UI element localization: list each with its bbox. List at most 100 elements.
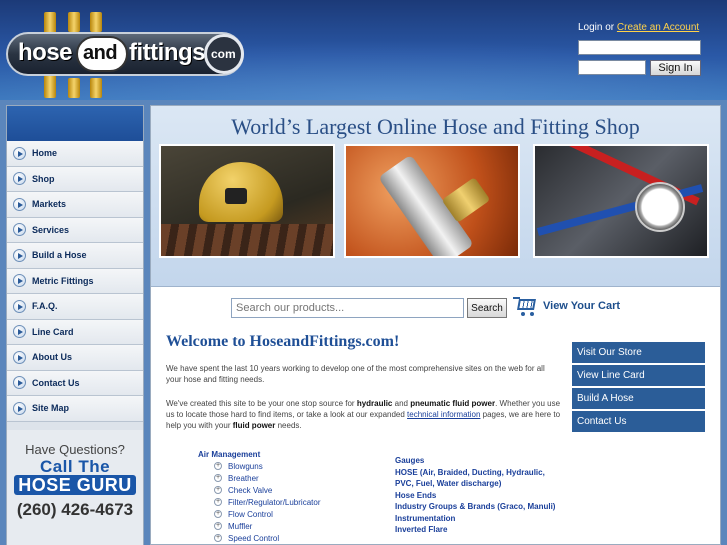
arrow-right-icon xyxy=(13,401,26,415)
category-item[interactable]: + Check Valve xyxy=(214,484,320,496)
logo-word-com: com xyxy=(211,47,236,61)
sidebar-item-markets[interactable]: Markets xyxy=(7,192,143,218)
arrow-right-icon xyxy=(13,172,26,186)
category-item[interactable]: + Speed Control xyxy=(214,532,320,544)
site-logo[interactable]: hose and fittings com xyxy=(6,12,246,98)
arrow-right-icon xyxy=(13,325,26,339)
sidebar-item-shop[interactable]: Shop xyxy=(7,166,143,192)
sidebar-item-label: Shop xyxy=(32,173,55,184)
gauge-hoses-photo xyxy=(533,144,709,258)
category-item-label: Blowguns xyxy=(228,461,263,471)
plus-icon: + xyxy=(214,534,222,542)
category-list-right: Gauges HOSE (Air, Braided, Ducting, Hydr… xyxy=(395,455,565,536)
sidebar-item-contact-us[interactable]: Contact Us xyxy=(7,370,143,396)
arrow-right-icon xyxy=(13,299,26,313)
guru-call-text: Call The xyxy=(39,457,111,476)
pipes-shape xyxy=(161,224,333,256)
arrow-right-icon xyxy=(13,223,26,237)
login-box: Login or Create an Account Sign In xyxy=(578,22,718,76)
sidebar-header xyxy=(7,106,143,141)
sidebar-item-build-a-hose[interactable]: Build a Hose xyxy=(7,243,143,269)
category-link-gauges[interactable]: Gauges xyxy=(395,455,565,467)
view-cart-label: View Your Cart xyxy=(543,300,621,312)
logo-word-fittings: fittings xyxy=(129,39,205,66)
sidebar-item-faq[interactable]: F.A.Q. xyxy=(7,294,143,320)
category-link-inverted-flare[interactable]: Inverted Flare xyxy=(395,524,565,536)
arrow-right-icon xyxy=(13,146,26,160)
shopping-cart-icon xyxy=(513,295,539,317)
hero-banner: World’s Largest Online Hose and Fitting … xyxy=(151,106,720,287)
para-text: and xyxy=(392,399,411,408)
plus-icon: + xyxy=(214,462,222,470)
sidebar-item-services[interactable]: Services xyxy=(7,217,143,243)
sidebar-item-label: Home xyxy=(32,148,58,159)
category-item[interactable]: + Flow Control xyxy=(214,508,320,520)
login-line: Login or Create an Account xyxy=(578,22,718,33)
plus-icon: + xyxy=(214,510,222,518)
sidebar-item-metric-fittings[interactable]: Metric Fittings xyxy=(7,268,143,294)
category-item[interactable]: + Filter/Regulator/Lubricator xyxy=(214,496,320,508)
sidebar-item-line-card[interactable]: Line Card xyxy=(7,319,143,345)
build-a-hose-button[interactable]: Build A Hose xyxy=(572,388,705,409)
para-text: We've created this site to be your one s… xyxy=(166,399,357,408)
password-input[interactable] xyxy=(578,60,646,75)
sidebar-item-site-map[interactable]: Site Map xyxy=(7,396,143,422)
category-item-label: Breather xyxy=(228,473,259,483)
category-link-hose[interactable]: HOSE (Air, Braided, Ducting, Hydraulic, … xyxy=(395,467,565,490)
sidebar-item-label: Line Card xyxy=(32,326,74,337)
hardhat-photo xyxy=(159,144,335,258)
category-item-label: Flow Control xyxy=(228,509,273,519)
sidebar-item-home[interactable]: Home xyxy=(7,141,143,167)
guru-hose-guru: HOSE GURU xyxy=(14,475,136,495)
para-text: needs. xyxy=(275,421,302,430)
lamp-shape xyxy=(225,188,247,204)
sidebar-item-label: Build a Hose xyxy=(32,250,87,261)
visit-our-store-button[interactable]: Visit Our Store xyxy=(572,342,705,363)
arrow-right-icon xyxy=(13,274,26,288)
login-text: Login or xyxy=(578,22,617,33)
category-item[interactable]: + Blowguns xyxy=(214,460,320,472)
view-line-card-button[interactable]: View Line Card xyxy=(572,365,705,386)
contact-us-button[interactable]: Contact Us xyxy=(572,411,705,432)
banner-title: World’s Largest Online Hose and Fitting … xyxy=(231,114,640,139)
plus-icon: + xyxy=(214,522,222,530)
hose-guru-promo[interactable]: Have Questions? Call The HOSE GURU (260)… xyxy=(7,430,143,545)
sidebar-item-label: Site Map xyxy=(32,403,70,414)
category-link-instrumentation[interactable]: Instrumentation xyxy=(395,513,565,525)
fitting-photo xyxy=(344,144,520,258)
pressure-gauge-shape xyxy=(635,182,685,232)
sign-in-button[interactable]: Sign In xyxy=(650,60,701,76)
create-account-link[interactable]: Create an Account xyxy=(617,22,699,33)
category-item-label: Speed Control xyxy=(228,533,280,543)
para-bold: fluid power xyxy=(232,421,276,430)
page-frame: Home Shop Markets Services Build a Hose … xyxy=(0,100,727,545)
category-list-left: Air Management + Blowguns + Breather + Chec… xyxy=(198,450,320,544)
sidebar-item-label: F.A.Q. xyxy=(32,301,58,312)
logo-ferrule xyxy=(68,78,80,98)
welcome-paragraph-1: We have spent the last 10 years working … xyxy=(166,364,545,384)
technical-information-link[interactable]: technical information xyxy=(407,410,480,419)
sidebar-item-label: About Us xyxy=(32,352,72,363)
para-bold: pneumatic fluid power xyxy=(410,399,496,408)
plus-icon: + xyxy=(214,498,222,506)
category-heading-air-management[interactable]: Air Management xyxy=(198,450,320,459)
category-link-industry-groups[interactable]: Industry Groups & Brands (Graco, Manuli) xyxy=(395,501,565,513)
search-input[interactable] xyxy=(231,298,464,318)
search-button[interactable]: Search xyxy=(467,298,507,318)
guru-phone: (260) 426-4673 xyxy=(16,500,134,519)
plus-icon: + xyxy=(214,474,222,482)
welcome-title: Welcome to HoseandFittings.com! xyxy=(166,333,400,350)
view-cart-link[interactable]: View Your Cart xyxy=(513,295,620,317)
category-item-label: Muffler xyxy=(228,521,253,531)
sidebar: Home Shop Markets Services Build a Hose … xyxy=(6,105,144,545)
sidebar-item-about-us[interactable]: About Us xyxy=(7,345,143,371)
username-input[interactable] xyxy=(578,40,701,55)
arrow-right-icon xyxy=(13,197,26,211)
arrow-right-icon xyxy=(13,248,26,262)
para-bold: hydraulic xyxy=(356,399,393,408)
category-item[interactable]: + Muffler xyxy=(214,520,320,532)
category-item[interactable]: + Breather xyxy=(214,472,320,484)
category-link-hose-ends[interactable]: Hose Ends xyxy=(395,490,565,502)
logo-ferrule xyxy=(90,12,102,32)
site-header: hose and fittings com Login or Create an… xyxy=(0,0,727,100)
